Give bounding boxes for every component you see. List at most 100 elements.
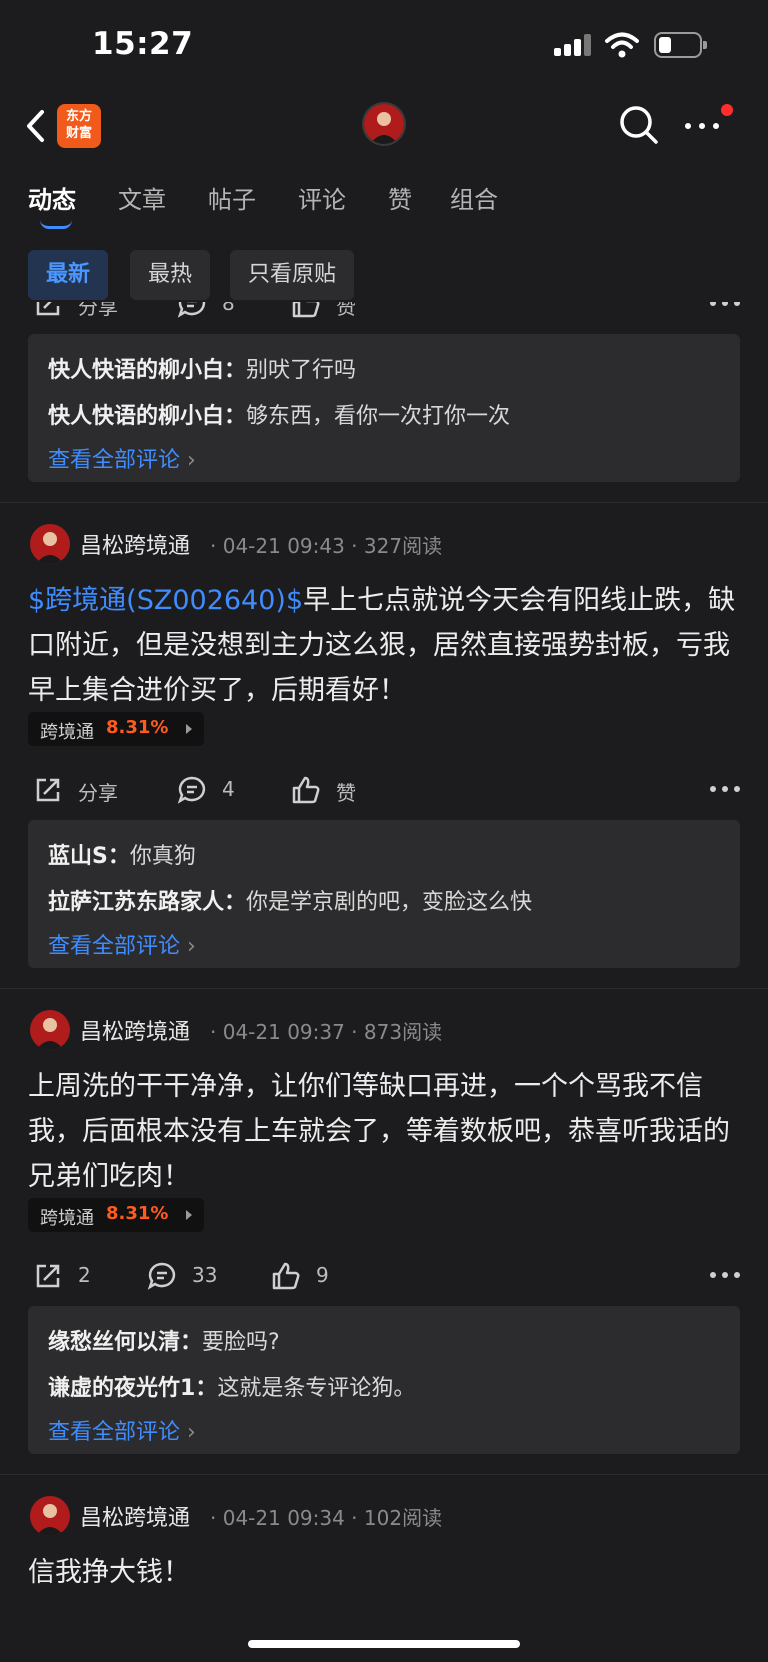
comment-preview[interactable]: 缘愁丝何以清：要脸吗? 谦虚的夜光竹1：这就是条专评论狗。 查看全部评论 › [28,1306,740,1454]
like-label: 赞 [336,302,356,319]
comment-count: 8 [222,302,235,315]
tab-likes[interactable]: 赞 [388,180,412,215]
home-indicator [248,1640,520,1648]
nav-bar: 东方 财富 [0,92,768,164]
stock-name: 跨境通 [40,722,94,743]
comment-count: 33 [192,1263,218,1287]
comment-icon [177,302,206,318]
person-icon [30,1010,70,1050]
comment-user: 谦虚的夜光竹1： [48,1376,218,1401]
post-more-icon[interactable] [710,1272,740,1280]
cellular-signal-icon [554,34,592,56]
stock-quote-chip[interactable]: 跨境通 8.31% [28,712,204,746]
comment-text: 你真狗 [129,844,196,869]
comment-user: 缘愁丝何以清： [48,1330,203,1355]
post-divider [0,988,768,989]
view-all-comments-link[interactable]: 查看全部评论 › [48,928,196,960]
person-icon [30,1496,70,1536]
thumbs-up-icon [272,1262,300,1290]
tab-posts[interactable]: 帖子 [208,180,256,215]
post-divider [0,1474,768,1475]
share-icon [36,302,60,316]
filter-chips: 最新 最热 只看原贴 [0,250,768,302]
tab-comments[interactable]: 评论 [298,180,346,215]
comment-user: 拉萨江苏东路家人： [48,890,247,915]
play-arrow-icon [186,1210,192,1220]
post-time: 04-21 09:43 [222,534,345,558]
post-meta: · 04-21 09:43 · 327阅读 [210,534,443,558]
view-all-label: 查看全部评论 [48,934,181,959]
author-name[interactable]: 昌松跨境通 [80,528,190,560]
tab-dynamics[interactable]: 动态 [28,180,76,215]
notification-dot [721,104,733,116]
post-more-icon[interactable] [710,302,740,308]
play-arrow-icon [186,724,192,734]
app-logo-line2: 财富 [65,126,92,141]
stock-tag-link[interactable]: $跨境通(SZ002640)$ [28,585,303,616]
post-reads: 102阅读 [363,1506,443,1530]
post-more-icon[interactable] [710,786,740,794]
author-avatar[interactable] [30,1010,70,1050]
stock-name: 跨境通 [40,1208,94,1229]
view-all-comments-link[interactable]: 查看全部评论 › [48,1414,196,1446]
comment-item: 谦虚的夜光竹1：这就是条专评论狗。 [48,1370,415,1402]
chevron-right-icon: › [187,448,196,473]
post-time: 04-21 09:34 [222,1506,345,1530]
status-time: 15:27 [92,26,194,62]
profile-tabs: 动态 文章 帖子 评论 赞 组合 [0,164,768,229]
comment-user: 快人快语的柳小白： [48,404,247,429]
view-all-label: 查看全部评论 [48,1420,181,1445]
filter-latest[interactable]: 最新 [28,250,109,300]
author-avatar[interactable] [30,524,70,564]
post-action-bar: 分享 8 赞 [28,302,740,328]
chevron-right-icon: › [187,934,196,959]
wifi-icon [605,32,639,58]
tab-portfolios[interactable]: 组合 [450,180,498,215]
author-name[interactable]: 昌松跨境通 [80,1014,190,1046]
like-count: 9 [316,1263,329,1287]
back-arrow-icon[interactable] [22,106,52,146]
comment-text: 要脸吗? [202,1330,280,1355]
filter-hottest[interactable]: 最热 [130,250,211,300]
post-body[interactable]: $跨境通(SZ002640)$早上七点就说今天会有阳线止跌，缺口附近，但是没想到… [28,578,740,713]
comment-icon [147,1262,176,1290]
author-name[interactable]: 昌松跨境通 [80,1500,190,1532]
stock-change: 8.31% [106,1203,169,1224]
post-action-bar: 2 33 9 [28,1250,740,1300]
active-tab-indicator [40,220,72,229]
person-icon [364,104,404,144]
app-logo[interactable]: 东方 财富 [57,104,101,148]
author-avatar[interactable] [30,1496,70,1536]
comment-item: 蓝山S：你真狗 [48,838,196,870]
comment-preview[interactable]: 蓝山S：你真狗 拉萨江苏东路家人：你是学京剧的吧，变脸这么快 查看全部评论 › [28,820,740,968]
profile-avatar[interactable] [362,102,406,146]
like-label: 赞 [336,781,356,805]
view-all-comments-link[interactable]: 查看全部评论 › [48,442,196,474]
share-count: 2 [78,1263,91,1287]
comment-item: 快人快语的柳小白：够东西，看你一次打你一次 [48,398,510,430]
chevron-right-icon: › [187,1420,196,1445]
comment-user: 蓝山S： [48,844,130,869]
status-bar: 15:27 [0,0,768,92]
battery-icon [654,32,707,58]
share-icon [36,778,60,802]
post-action-bar: 分享 4 赞 [28,764,740,814]
comment-preview[interactable]: 快人快语的柳小白：别吠了行吗 快人快语的柳小白：够东西，看你一次打你一次 查看全… [28,334,740,482]
filter-original-only[interactable]: 只看原贴 [230,250,355,300]
post-body[interactable]: 信我挣大钱！ [28,1550,740,1595]
stock-change: 8.31% [106,717,169,738]
share-label: 分享 [78,302,118,319]
post-header: 昌松跨境通 · 04-21 09:37 · 873阅读 [28,1008,740,1052]
post-body[interactable]: 上周洗的干干净净，让你们等缺口再进，一个个骂我不信我，后面根本没有上车就会了，等… [28,1064,740,1199]
comment-item: 快人快语的柳小白：别吠了行吗 [48,352,356,384]
post-time: 04-21 09:37 [222,1020,345,1044]
stock-quote-chip[interactable]: 跨境通 8.31% [28,1198,204,1232]
more-menu-icon[interactable] [680,112,724,140]
tab-articles[interactable]: 文章 [118,180,166,215]
search-icon[interactable] [618,104,660,146]
post-header: 昌松跨境通 · 04-21 09:43 · 327阅读 [28,522,740,566]
share-icon [36,1264,60,1288]
post-reads: 327阅读 [363,534,443,558]
comment-text: 够东西，看你一次打你一次 [246,404,511,429]
share-label: 分享 [78,781,118,805]
